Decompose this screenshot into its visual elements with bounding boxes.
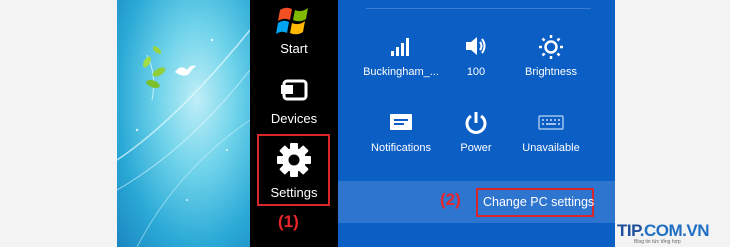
step-two-marker: (2) [440,190,461,209]
bird-icon [175,65,196,76]
brightness-label: Brightness [525,66,577,78]
step-one-marker: (1) [278,212,299,231]
power-icon [465,112,487,134]
logo-domain: .COM.VN [639,221,710,240]
charm-start-label: Start [280,41,308,56]
wallpaper-art [117,29,250,247]
windows-logo-icon [276,7,308,35]
keyboard-label: Unavailable [522,142,580,154]
settings-highlight-box [257,134,330,206]
logo-tagline: Blog tin tức tổng hợp [634,239,681,245]
charms-bar: Start Devices Settings [250,0,338,247]
brightness-icon [539,35,563,59]
devices-icon [281,79,308,101]
charm-devices-label: Devices [270,111,318,126]
logo-tip: TIP [617,221,640,240]
signal-bars-icon [391,38,409,56]
charm-start[interactable]: Start [250,0,338,56]
change-pc-settings-link[interactable]: Change PC settings [483,195,594,209]
settings-pane: Buckingham_... 100 Brightness Notificati… [338,0,615,247]
keyboard-icon [538,115,564,130]
site-logo: TIP.COM.VN [617,221,710,241]
right-margin [615,0,730,247]
brightness-tile[interactable]: Brightness [505,34,597,78]
desktop-wallpaper [117,0,250,247]
charm-devices[interactable]: Devices [250,76,338,126]
notifications-icon [390,114,412,130]
left-margin [0,0,117,247]
speaker-icon [466,37,486,55]
top-divider [366,8,591,9]
plant-icon [143,46,166,89]
keyboard-tile[interactable]: Unavailable [505,110,597,154]
